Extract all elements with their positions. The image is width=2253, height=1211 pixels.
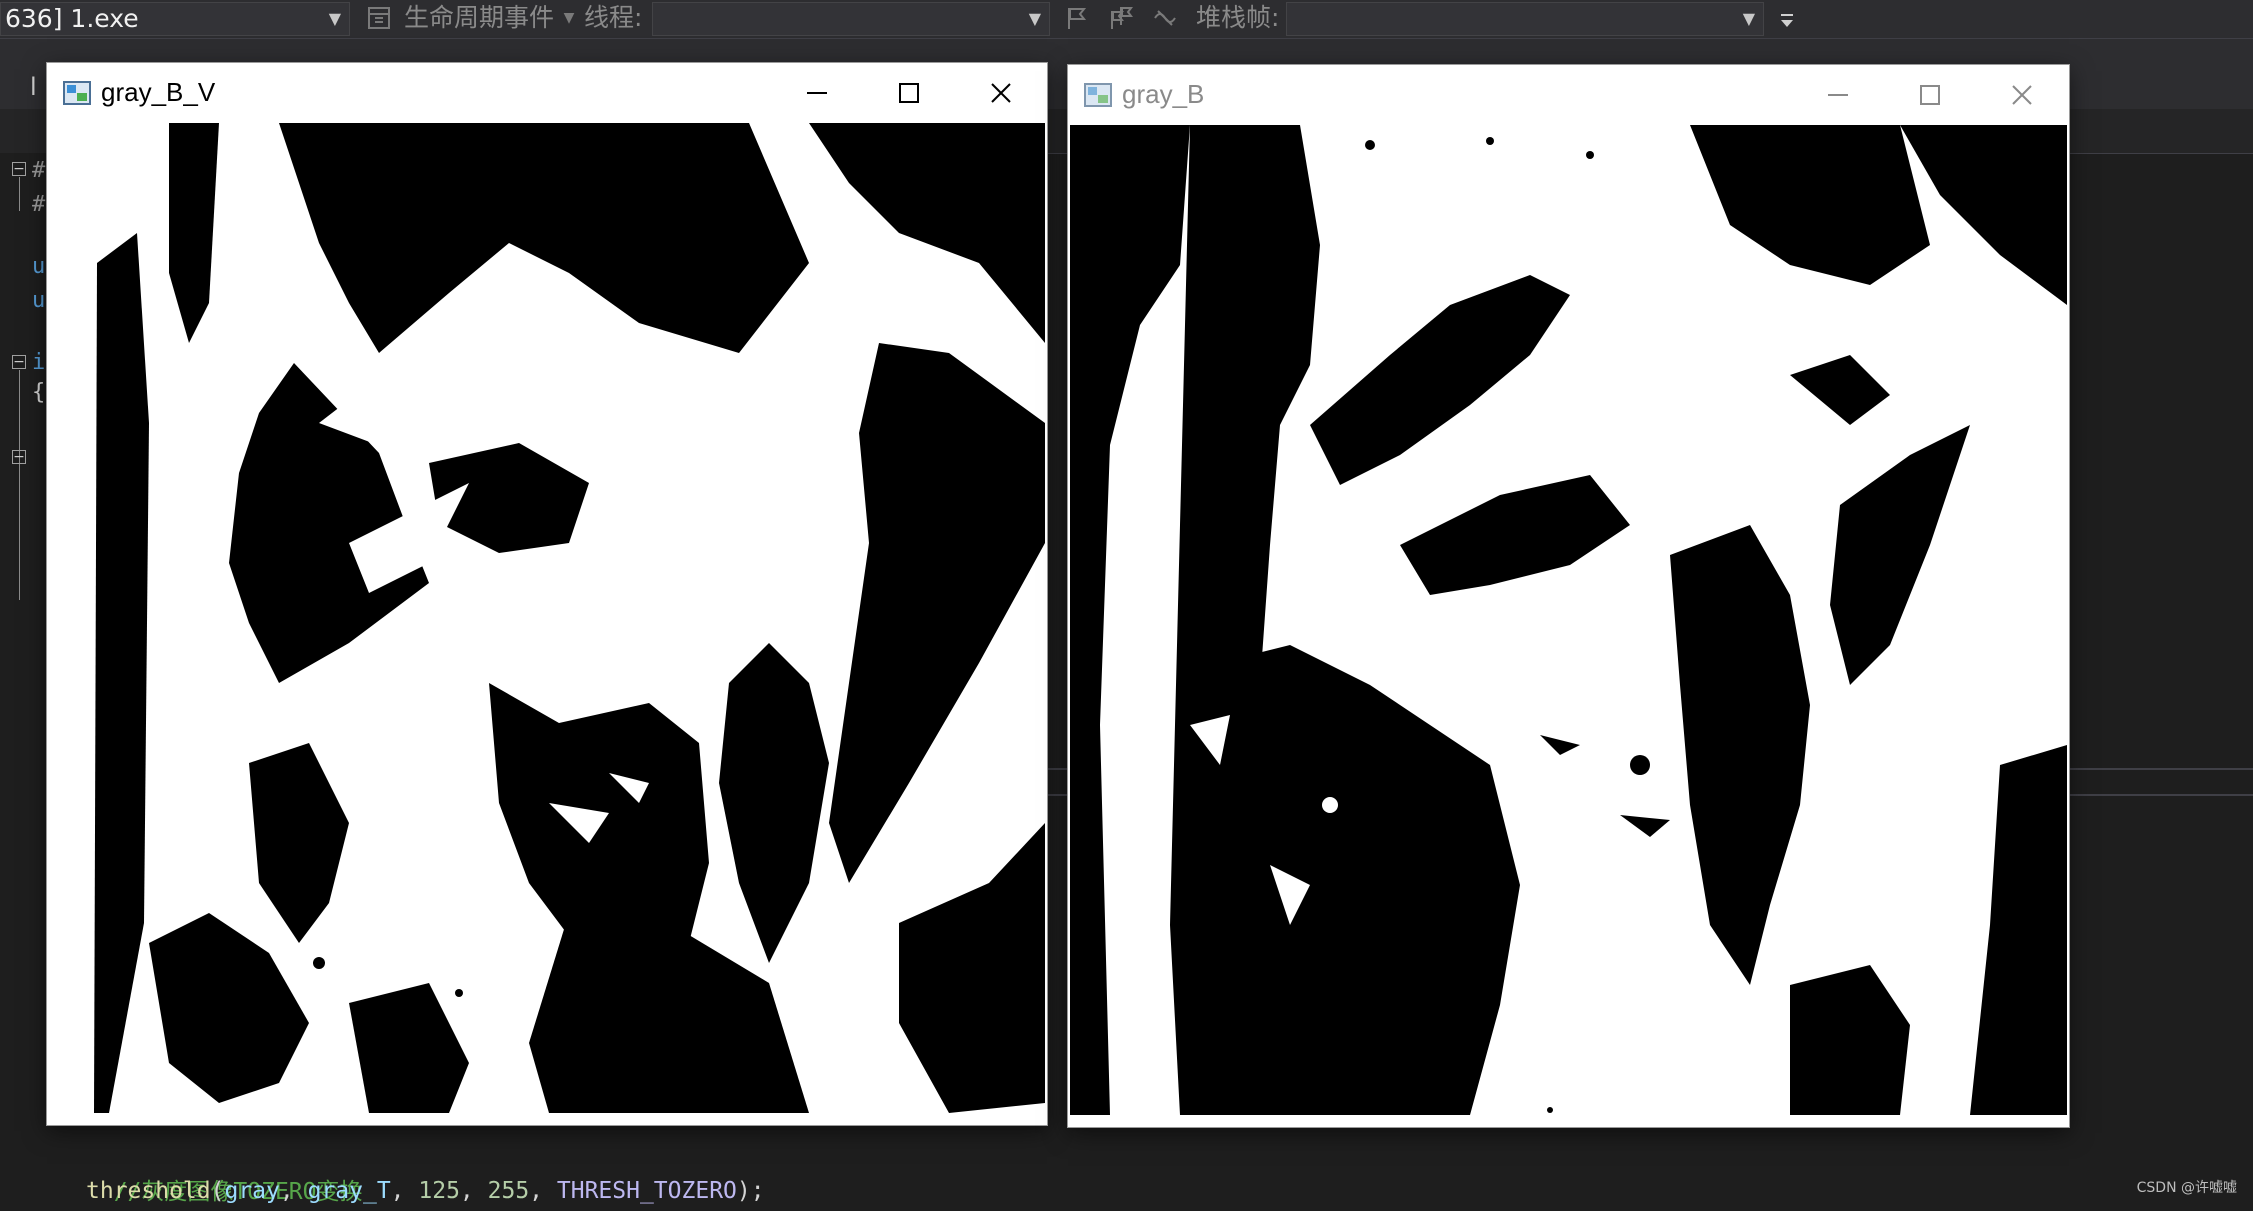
minimize-button[interactable] (1792, 65, 1884, 125)
code-punctuation: ( (210, 1178, 225, 1204)
window-title: gray_B (1122, 79, 1205, 109)
process-combo-value: 636] 1.exe (5, 4, 139, 33)
binary-image-gray-b-v (49, 123, 1045, 1123)
document-tab[interactable]: l (30, 73, 37, 101)
code-fragment: u (32, 288, 46, 313)
fold-collapse-icon[interactable]: − (12, 162, 26, 176)
code-punctuation: , (529, 1178, 557, 1204)
flag-icon[interactable] (1064, 5, 1090, 31)
debug-toolbar: 636] 1.exe ▼ 生命周期事件 ▼ 线程: ▼ 堆栈帧: ▼ (0, 0, 2253, 39)
maximize-icon (1920, 85, 1940, 105)
thresholded-image (49, 123, 1045, 1123)
fold-collapse-icon[interactable]: − (12, 355, 26, 369)
fold-collapse-icon[interactable]: − (12, 450, 26, 464)
unflag-icon[interactable] (1152, 5, 1178, 31)
minimize-button[interactable] (771, 63, 863, 123)
maximize-button[interactable] (1884, 65, 1976, 125)
app-icon (63, 81, 91, 105)
stack-frame-combo[interactable]: ▼ (1286, 2, 1764, 36)
maximize-button[interactable] (863, 63, 955, 123)
lifecycle-events-label[interactable]: 生命周期事件 (404, 2, 554, 36)
stack-frame-label: 堆栈帧: (1196, 3, 1280, 32)
minimize-icon (1828, 94, 1848, 96)
fold-guide (19, 370, 20, 600)
thread-flag-icon[interactable] (1108, 5, 1134, 31)
image-window-gray-b-v[interactable]: gray_B_V (47, 63, 1047, 1125)
code-punctuation: , (279, 1178, 308, 1204)
chevron-down-icon: ▼ (328, 9, 341, 28)
thread-label: 线程: (584, 3, 643, 32)
thread-combo[interactable]: ▼ (652, 2, 1050, 36)
code-constant: THRESH_TOZERO (556, 1178, 737, 1204)
code-variable: gray_T (307, 1178, 391, 1204)
chevron-down-icon: ▼ (1028, 9, 1041, 28)
code-punctuation: , (390, 1178, 419, 1204)
code-fragment: { (32, 380, 46, 405)
code-fragment: # (32, 158, 46, 183)
code-punctuation: , (459, 1178, 488, 1204)
lifecycle-events-icon[interactable] (366, 5, 392, 31)
minimize-icon (807, 92, 827, 94)
close-icon (2012, 85, 2032, 105)
code-function: threshold (86, 1178, 211, 1204)
window-titlebar[interactable]: gray_B (1068, 65, 2069, 125)
maximize-icon (899, 83, 919, 103)
fold-guide (19, 177, 20, 211)
toolbar-overflow-icon[interactable] (1774, 10, 1800, 36)
code-fragment: i (32, 350, 46, 375)
csdn-watermark: CSDN @许嘘嘘 (2136, 1180, 2237, 1196)
close-icon (991, 83, 1011, 103)
process-combo[interactable]: 636] 1.exe ▼ (0, 2, 350, 36)
binary-image-gray-b (1070, 125, 2067, 1125)
code-number: 125 (418, 1178, 460, 1204)
code-variable: gray (224, 1178, 280, 1204)
window-titlebar[interactable]: gray_B_V (47, 63, 1047, 123)
chevron-down-icon: ▼ (1742, 9, 1755, 28)
window-title: gray_B_V (101, 77, 216, 107)
code-number: 255 (487, 1178, 530, 1204)
thresholded-image (1070, 125, 2067, 1125)
app-icon (1084, 83, 1112, 107)
image-window-gray-b[interactable]: gray_B (1068, 65, 2069, 1127)
lifecycle-dropdown-icon[interactable]: ▼ (556, 5, 582, 31)
code-fragment: u (32, 254, 46, 279)
code-punctuation: ); (736, 1178, 765, 1204)
code-line-threshold[interactable]: threshold(gray, gray_T, 125, 255, THRESH… (86, 1178, 765, 1204)
close-button[interactable] (1976, 65, 2068, 125)
close-button[interactable] (955, 63, 1047, 123)
code-fragment: # (32, 192, 46, 217)
